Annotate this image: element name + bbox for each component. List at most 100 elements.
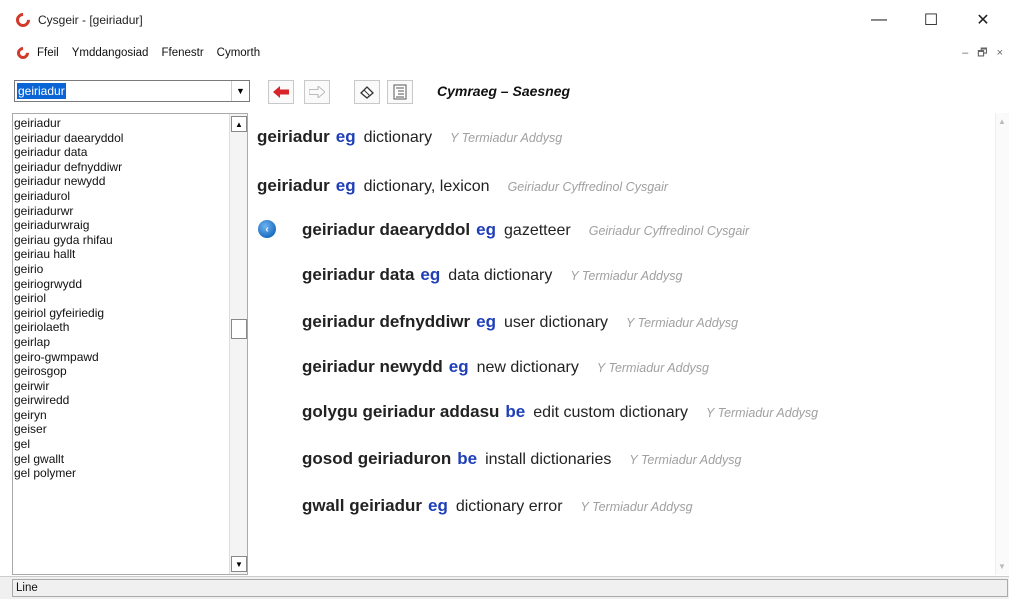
- list-item[interactable]: geiriadurwr: [14, 204, 220, 219]
- result-headword: geiriadur newydd: [302, 357, 443, 376]
- results-panel: geiriadur eg dictionary Y Termiadur Addysg g…: [250, 113, 1009, 575]
- word-list: geiriadur geiriadur daearyddol geiriadur d…: [14, 116, 220, 481]
- result-translation: edit custom dictionary: [533, 404, 688, 421]
- list-item[interactable]: geiriadur newydd: [14, 174, 220, 189]
- list-item[interactable]: geiriogrwydd: [14, 277, 220, 292]
- options-button[interactable]: [387, 80, 413, 104]
- menu-view[interactable]: Ymddangosiad: [72, 47, 149, 59]
- result-source: Y Termiadur Addysg: [629, 453, 742, 467]
- result-headword: geiriadur daearyddol: [302, 220, 471, 239]
- list-item[interactable]: geiriol gyfeiriedig: [14, 306, 220, 321]
- result-source: Y Termiadur Addysg: [570, 269, 683, 283]
- result-translation: gazetteer: [504, 222, 571, 239]
- list-item[interactable]: geiriadurwraig: [14, 218, 220, 233]
- scroll-down-icon[interactable]: ▼: [231, 556, 247, 572]
- mdi-minimize-button[interactable]: –: [962, 47, 968, 59]
- window-title: Cysgeir - [geiriadur]: [38, 13, 143, 27]
- menu-help[interactable]: Cymorth: [217, 47, 260, 59]
- menu-file[interactable]: Ffeil: [37, 47, 59, 59]
- status-text: Line: [12, 579, 1008, 597]
- word-list-panel[interactable]: geiriadur geiriadur daearyddol geiriadur d…: [12, 113, 248, 575]
- result-row[interactable]: golygu geiriadur addasu be edit custom dic…: [302, 402, 818, 422]
- list-item[interactable]: gel polymer: [14, 466, 220, 481]
- result-part-of-speech: eg: [476, 220, 497, 239]
- result-part-of-speech: be: [505, 402, 526, 421]
- result-source: Y Termiadur Addysg: [626, 316, 739, 330]
- result-row[interactable]: geiriadur data eg data dictionary Y Termiad…: [302, 265, 682, 285]
- scroll-up-icon[interactable]: ▲: [998, 117, 1006, 126]
- search-dropdown-button[interactable]: ▼: [231, 81, 249, 101]
- search-input[interactable]: geiriadur: [15, 81, 231, 101]
- minimize-button[interactable]: —: [853, 0, 905, 40]
- list-item[interactable]: geiriau gyda rhifau: [14, 233, 220, 248]
- result-part-of-speech: be: [457, 449, 478, 468]
- list-item[interactable]: geirwiredd: [14, 393, 220, 408]
- results-scrollbar[interactable]: ▲ ▼: [995, 113, 1009, 575]
- list-item[interactable]: gel: [14, 437, 220, 452]
- list-item[interactable]: geiriadur data: [14, 145, 220, 160]
- list-item[interactable]: geiriol: [14, 291, 220, 306]
- word-list-scrollbar[interactable]: ▲ ▼: [229, 114, 247, 574]
- result-source: Y Termiadur Addysg: [450, 131, 563, 145]
- list-item[interactable]: geiriau hallt: [14, 247, 220, 262]
- list-item[interactable]: geirosgop: [14, 364, 220, 379]
- eraser-icon: [360, 86, 374, 99]
- list-item[interactable]: geiser: [14, 422, 220, 437]
- menu-window[interactable]: Ffenestr: [161, 47, 203, 59]
- forward-button[interactable]: [304, 80, 330, 104]
- result-part-of-speech: eg: [448, 357, 469, 376]
- result-translation: install dictionaries: [485, 451, 612, 468]
- result-row[interactable]: geiriadur eg dictionary Y Termiadur Addysg: [257, 127, 562, 147]
- result-part-of-speech: eg: [427, 496, 448, 515]
- list-item[interactable]: geiriadur defnyddiwr: [14, 160, 220, 175]
- mdi-controls: – 🗗 ×: [962, 40, 1003, 66]
- mdi-restore-button[interactable]: 🗗: [977, 44, 987, 63]
- list-item[interactable]: geiriolaeth: [14, 320, 220, 335]
- result-translation: data dictionary: [448, 267, 553, 284]
- clear-button[interactable]: [354, 80, 380, 104]
- result-row[interactable]: geiriadur newydd eg new dictionary Y Termia…: [302, 357, 709, 377]
- scroll-up-icon[interactable]: ▲: [231, 116, 247, 132]
- maximize-button[interactable]: ☐: [905, 0, 957, 40]
- status-bar: Line: [0, 576, 1009, 599]
- document-logo-icon[interactable]: [14, 44, 32, 62]
- list-item[interactable]: geirio: [14, 262, 220, 277]
- back-arrow-icon: [273, 86, 289, 98]
- result-row[interactable]: geiriadur defnyddiwr eg user dictionary Y T…: [302, 312, 738, 332]
- result-headword: geiriadur data: [302, 265, 415, 284]
- close-button[interactable]: ✕: [957, 0, 1009, 40]
- list-item[interactable]: geirlap: [14, 335, 220, 350]
- search-combobox[interactable]: geiriadur ▼: [14, 80, 250, 102]
- back-button[interactable]: [268, 80, 294, 104]
- result-row[interactable]: gosod geiriaduron be install dictionaries Y…: [302, 449, 741, 469]
- list-item[interactable]: geiro-gwmpawd: [14, 350, 220, 365]
- result-row[interactable]: gwall geiriadur eg dictionary error Y Termi…: [302, 496, 693, 516]
- dictionary-direction-title: Cymraeg – Saesneg: [437, 83, 571, 99]
- mdi-close-button[interactable]: ×: [997, 47, 1003, 59]
- result-part-of-speech: eg: [335, 127, 356, 146]
- result-source: Geiriadur Cyffredinol Cysgair: [588, 224, 750, 238]
- scroll-thumb[interactable]: [231, 319, 247, 339]
- result-translation: dictionary: [363, 129, 433, 146]
- result-translation: user dictionary: [503, 314, 609, 331]
- list-item[interactable]: gel gwallt: [14, 452, 220, 467]
- list-item[interactable]: geiriadur daearyddol: [14, 131, 220, 146]
- current-entry-icon[interactable]: ‹: [258, 220, 276, 238]
- result-headword: gosod geiriaduron: [302, 449, 452, 468]
- result-part-of-speech: eg: [420, 265, 441, 284]
- toolbar: geiriadur ▼ Cymraeg – Saesneg: [0, 66, 1009, 110]
- result-translation: dictionary, lexicon: [363, 178, 490, 195]
- result-row[interactable]: geiriadur eg dictionary, lexicon Geiriadur …: [257, 176, 668, 196]
- list-item[interactable]: geiriadur: [14, 116, 220, 131]
- result-translation: dictionary error: [455, 498, 563, 515]
- result-row[interactable]: geiriadur daearyddol eg gazetteer Geiriadur…: [302, 220, 749, 240]
- result-headword: golygu geiriadur addasu: [302, 402, 500, 421]
- list-item[interactable]: geiryn: [14, 408, 220, 423]
- list-item[interactable]: geiriadurol: [14, 189, 220, 204]
- forward-arrow-icon: [309, 86, 325, 98]
- chevron-down-icon: ▼: [236, 86, 245, 96]
- result-part-of-speech: eg: [476, 312, 496, 331]
- list-item[interactable]: geirwir: [14, 379, 220, 394]
- result-headword: geiriadur defnyddiwr: [302, 312, 471, 331]
- scroll-down-icon[interactable]: ▼: [998, 562, 1006, 571]
